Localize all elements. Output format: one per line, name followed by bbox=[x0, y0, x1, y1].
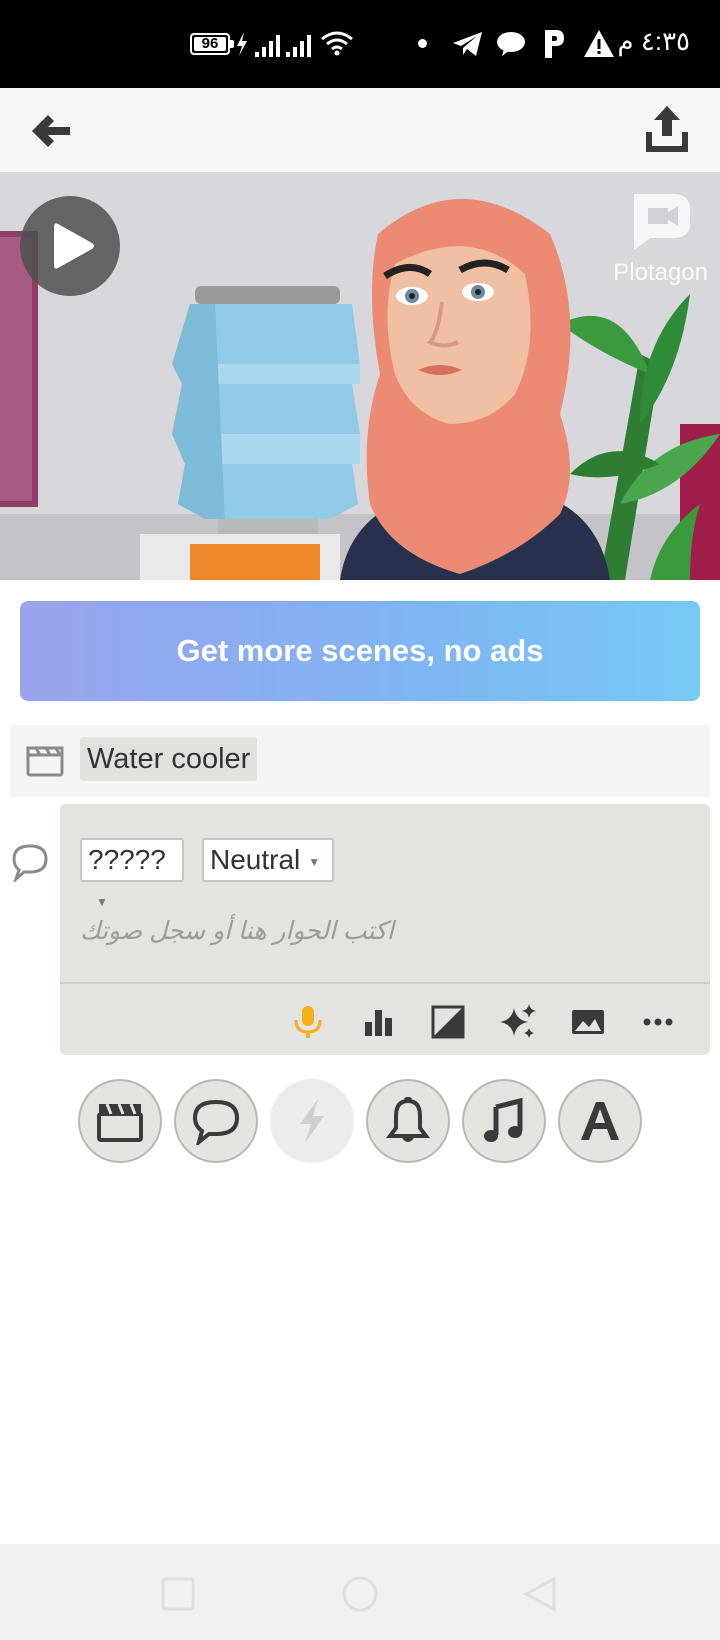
clapperboard-icon bbox=[26, 746, 64, 777]
emotion-value: Neutral bbox=[210, 844, 301, 875]
export-icon bbox=[646, 106, 688, 152]
battery-tip bbox=[230, 40, 234, 48]
wifi-icon bbox=[321, 31, 353, 56]
add-sound-button[interactable] bbox=[366, 1079, 450, 1163]
caret-down-icon: ▼ bbox=[308, 854, 321, 869]
add-dialogue-button[interactable] bbox=[174, 1079, 258, 1163]
system-nav-bar bbox=[0, 1544, 720, 1640]
contrast-icon bbox=[431, 1005, 465, 1039]
more-button[interactable] bbox=[638, 1002, 678, 1042]
share-button[interactable] bbox=[640, 102, 694, 158]
sound-icon bbox=[386, 1097, 430, 1142]
arrow-left-icon bbox=[32, 115, 70, 147]
play-button[interactable] bbox=[20, 196, 120, 296]
parking-icon bbox=[545, 30, 564, 58]
status-bar: 96 ٤:٣٥ م bbox=[0, 0, 720, 88]
clock: ٤:٣٥ م bbox=[617, 26, 690, 56]
bar-chart-button[interactable] bbox=[358, 1002, 398, 1042]
telegram-icon bbox=[453, 32, 482, 56]
battery-level: 96 bbox=[194, 36, 226, 51]
bar-chart-icon bbox=[365, 1010, 392, 1036]
clapperboard-icon bbox=[97, 1103, 143, 1142]
divider bbox=[60, 982, 710, 984]
play-icon bbox=[54, 223, 94, 269]
caret-down-icon: ▼ bbox=[96, 894, 108, 909]
recents-icon[interactable] bbox=[160, 1576, 196, 1612]
mic-button[interactable] bbox=[288, 1002, 328, 1042]
emotion-dropdown[interactable]: Neutral ▼ bbox=[202, 838, 334, 882]
plotagon-logo-icon bbox=[633, 194, 690, 250]
warning-icon bbox=[584, 30, 614, 57]
charging-icon bbox=[237, 32, 247, 56]
get-more-scenes-button[interactable]: Get more scenes, no ads bbox=[20, 601, 700, 701]
back-nav-icon[interactable] bbox=[522, 1576, 558, 1612]
dot-icon bbox=[418, 39, 427, 48]
back-button[interactable] bbox=[22, 106, 78, 156]
app-bar bbox=[0, 88, 720, 174]
contrast-button[interactable] bbox=[428, 1002, 468, 1042]
dialogue-card: ????? ▼ Neutral ▼ اكتب الحوار هنا أو سجل ص… bbox=[60, 804, 710, 1055]
home-icon[interactable] bbox=[340, 1574, 380, 1614]
action-icon bbox=[300, 1099, 324, 1143]
add-action-button[interactable] bbox=[270, 1079, 354, 1163]
add-scene-button[interactable] bbox=[78, 1079, 162, 1163]
plotagon-watermark: Plotagon bbox=[613, 188, 708, 287]
more-icon bbox=[643, 1018, 673, 1026]
location-row: Water cooler bbox=[10, 725, 710, 797]
battery-icon: 96 bbox=[190, 33, 230, 55]
location-chip[interactable]: Water cooler bbox=[80, 737, 258, 781]
effects-button[interactable] bbox=[498, 1002, 538, 1042]
message-icon bbox=[497, 32, 525, 56]
character-dropdown[interactable]: ????? ▼ bbox=[80, 838, 184, 909]
mic-icon bbox=[294, 1006, 322, 1038]
text-icon bbox=[581, 1102, 619, 1140]
signal-icon bbox=[255, 35, 311, 57]
character-value: ????? bbox=[88, 844, 166, 875]
dialogue-icon bbox=[12, 844, 48, 882]
scene-preview[interactable]: Plotagon bbox=[0, 174, 720, 580]
add-music-button[interactable] bbox=[462, 1079, 546, 1163]
dialogue-input[interactable]: اكتب الحوار هنا أو سجل صوتك bbox=[80, 916, 500, 946]
dialogue-icon bbox=[192, 1099, 240, 1145]
image-icon bbox=[572, 1010, 604, 1034]
image-button[interactable] bbox=[568, 1002, 608, 1042]
plotagon-label: Plotagon bbox=[613, 259, 708, 286]
music-icon bbox=[484, 1097, 523, 1142]
sparkle-icon bbox=[500, 1004, 536, 1038]
add-text-button[interactable] bbox=[558, 1079, 642, 1163]
